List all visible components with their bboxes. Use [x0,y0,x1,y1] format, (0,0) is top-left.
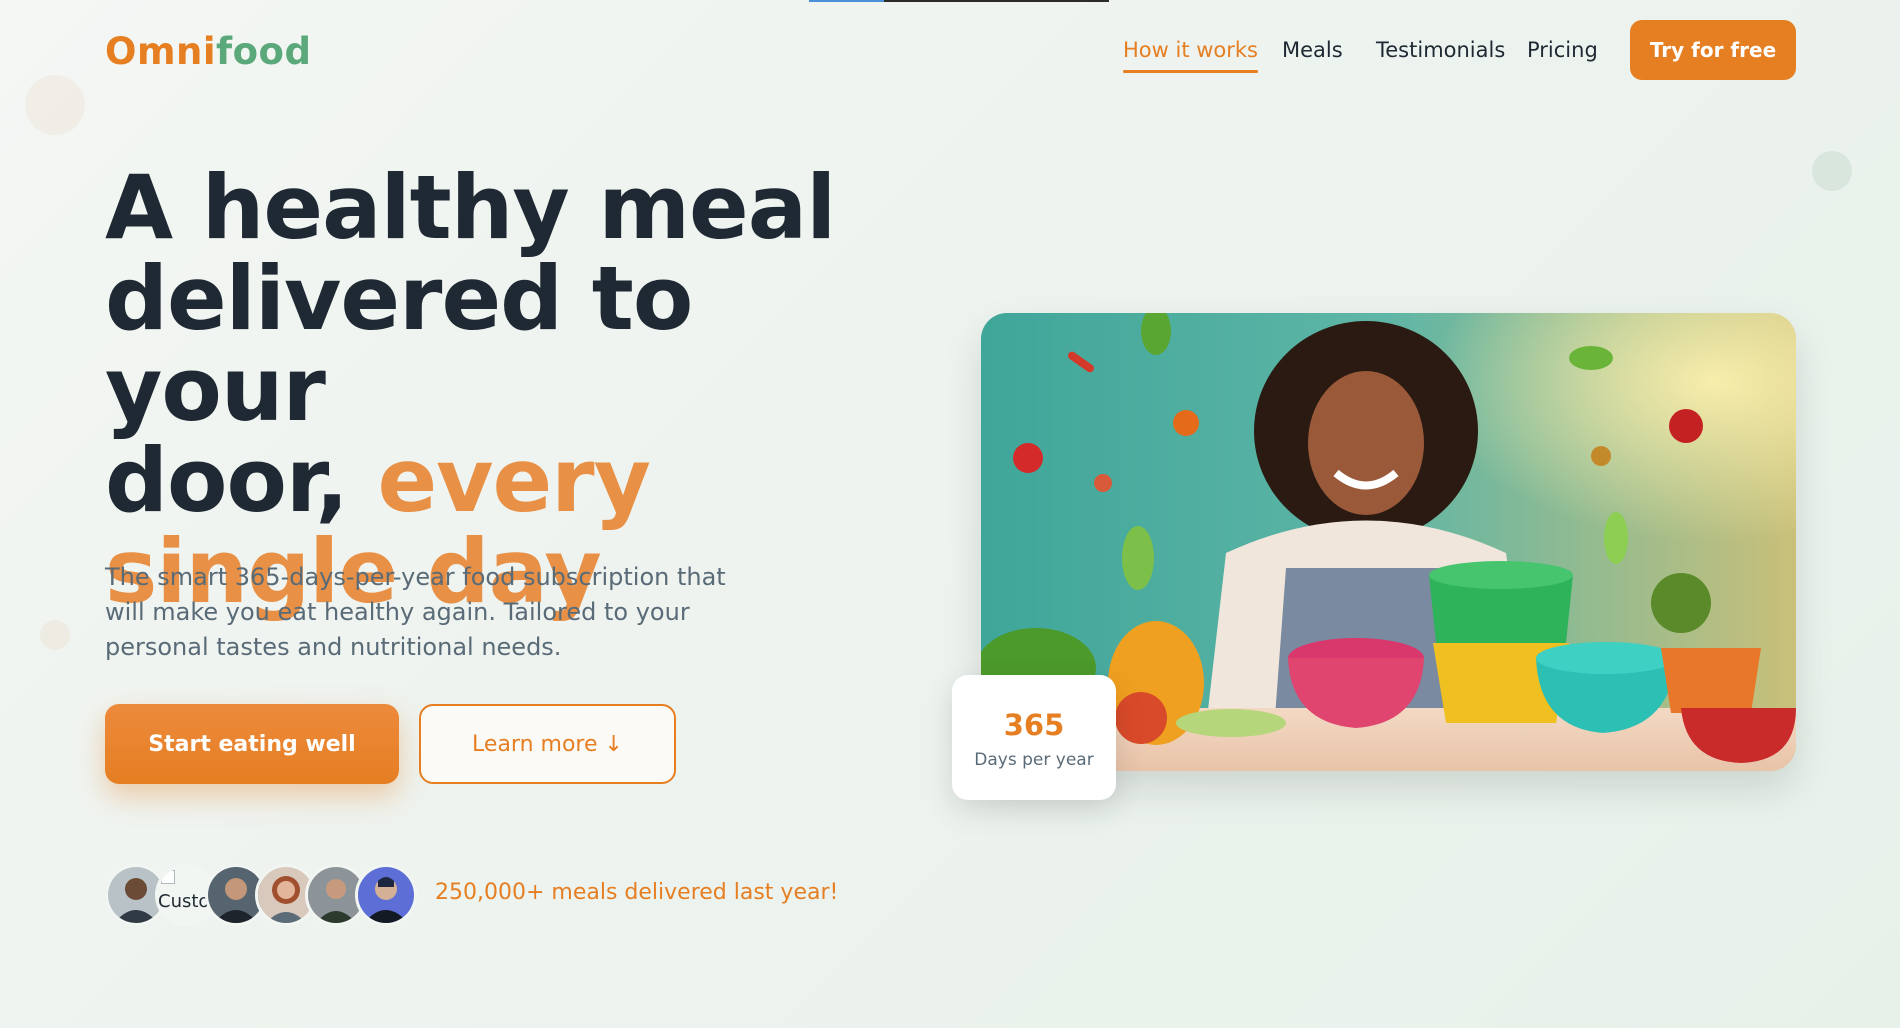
nav-testimonials[interactable]: Testimonials [1376,38,1505,62]
start-eating-well-button[interactable]: Start eating well [105,704,399,784]
customer-avatars: Customer [105,864,425,926]
nav-meals[interactable]: Meals [1282,38,1343,62]
nav-pricing[interactable]: Pricing [1527,38,1598,62]
logo[interactable]: Omnifood [105,30,311,73]
decorative-circle [40,620,70,650]
hero-headline: A healthy meal delivered to your door, e… [105,162,905,617]
stat-card: 365 Days per year [952,675,1116,800]
meals-delivered-text: 250,000+ meals delivered last year! [435,880,839,905]
customer-avatar [355,864,417,926]
broken-image-icon [161,870,175,884]
headline-line-2: delivered to your [105,247,693,441]
try-for-free-button[interactable]: Try for free [1630,20,1796,80]
logo-part-food: food [216,30,312,73]
stat-number: 365 [1003,708,1065,742]
decorative-circle [1812,151,1852,191]
stat-label: Days per year [974,750,1094,770]
hero-subtitle: The smart 365-days-per-year food subscri… [105,563,726,661]
headline-line-1: A healthy meal [105,156,836,259]
nav-how-it-works[interactable]: How it works [1123,38,1258,73]
nav-active-underline [1123,70,1258,73]
site-header: Omnifood How it works Meals Testimonials… [0,0,1900,102]
logo-part-omni: Omni [105,30,217,73]
nav-how-it-works-label: How it works [1123,38,1258,62]
learn-more-button[interactable]: Learn more ↓ [419,704,676,784]
headline-line-3: door, [105,429,378,532]
